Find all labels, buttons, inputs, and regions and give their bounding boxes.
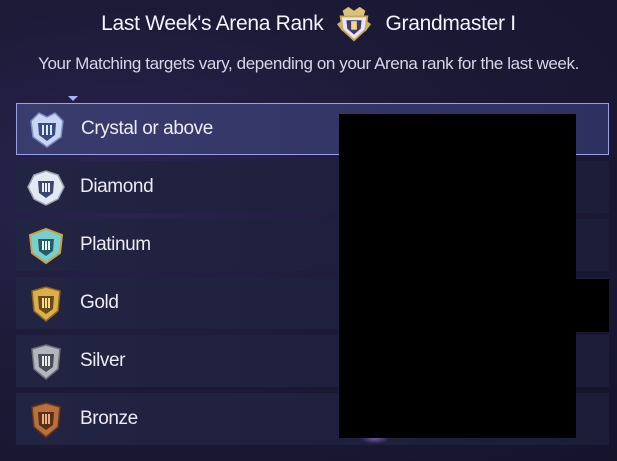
tier-label: Silver [80, 350, 126, 371]
diamond-emblem-icon [24, 165, 68, 209]
caret-down-icon [68, 96, 78, 101]
gold-emblem-icon [24, 281, 68, 325]
crystal-emblem-icon [25, 107, 69, 151]
tier-label: Bronze [80, 408, 138, 429]
header-rank-name: Grandmaster I [385, 12, 516, 35]
tier-label: Crystal or above [81, 118, 213, 139]
tier-label: Gold [80, 292, 119, 313]
redaction-block-side [576, 279, 609, 332]
redaction-block [339, 114, 576, 438]
silver-emblem-icon [24, 339, 68, 383]
grandmaster-emblem-icon [335, 5, 373, 43]
tier-label: Diamond [80, 176, 154, 197]
header-title: Last Week's Arena Rank [101, 12, 324, 35]
subtitle: Your Matching targets vary, depending on… [38, 54, 579, 73]
header: Last Week's Arena Rank Grandmaster I [0, 4, 617, 44]
platinum-emblem-icon [24, 223, 68, 267]
tier-label: Platinum [80, 234, 151, 255]
bronze-emblem-icon [24, 397, 68, 441]
